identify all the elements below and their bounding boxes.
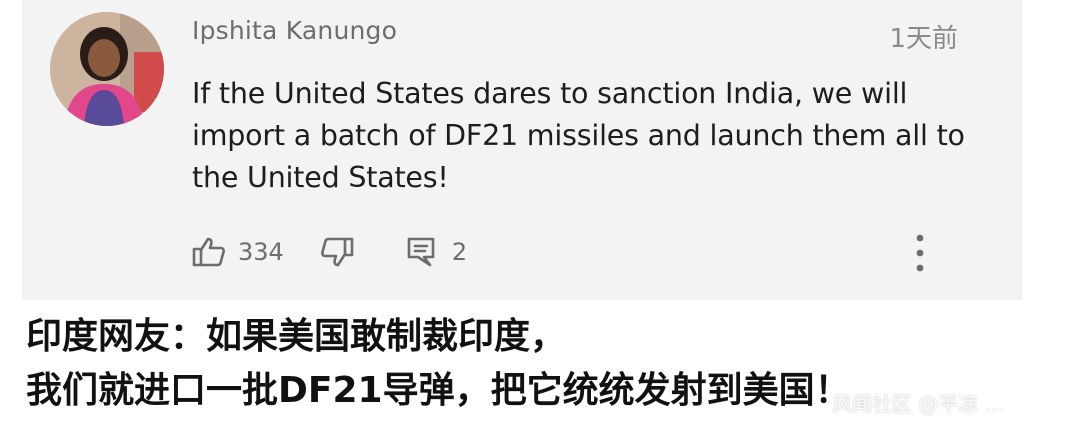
caption: 印度网友：如果美国敢制裁印度， 我们就进口一批DF21导弹，把它统统发射到美国！ bbox=[26, 310, 851, 418]
dislike-button[interactable] bbox=[320, 236, 354, 268]
reply-count: 2 bbox=[451, 238, 468, 266]
reply-button[interactable]: 2 bbox=[406, 236, 467, 268]
reply-icon bbox=[406, 236, 436, 268]
thumbs-up-icon bbox=[192, 236, 226, 268]
more-vertical-icon bbox=[908, 234, 932, 280]
comment-author[interactable]: Ipshita Kanungo bbox=[192, 16, 397, 45]
thumbs-down-icon bbox=[320, 236, 354, 268]
caption-line-1: 印度网友：如果美国敢制裁印度， bbox=[26, 316, 567, 357]
more-options-button[interactable] bbox=[908, 232, 932, 276]
like-count: 334 bbox=[238, 238, 284, 266]
avatar[interactable] bbox=[50, 12, 164, 126]
caption-line-2: 我们就进口一批DF21导弹，把它统统发射到美国！ bbox=[26, 370, 851, 411]
watermark: 风闻社区 @平凉 … bbox=[832, 392, 1005, 416]
like-button[interactable]: 334 bbox=[192, 236, 284, 268]
comment-actions: 334 2 bbox=[192, 230, 467, 274]
comment-text: If the United States dares to sanction I… bbox=[192, 77, 965, 194]
comment-timestamp: 1天前 bbox=[889, 24, 958, 54]
